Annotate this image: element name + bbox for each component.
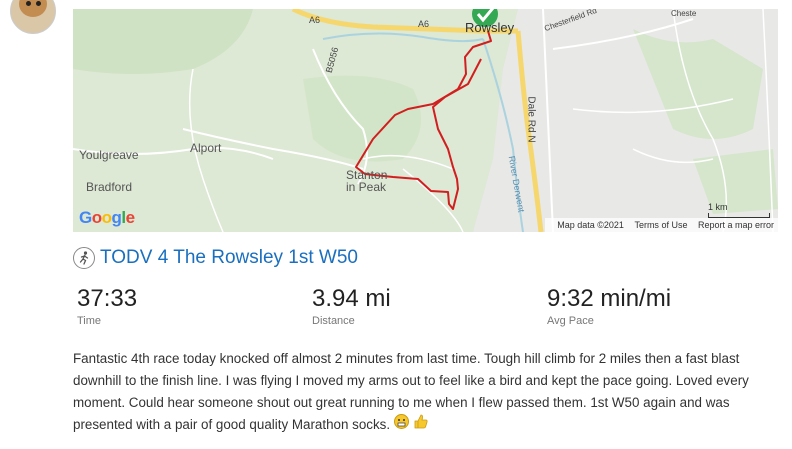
activity-header: TODV 4 The Rowsley 1st W50 bbox=[73, 247, 358, 269]
avatar[interactable] bbox=[10, 0, 56, 34]
thumbs-up-icon bbox=[413, 414, 428, 436]
map-scale: 1 km bbox=[708, 202, 770, 218]
place-bradford: Bradford bbox=[86, 180, 133, 194]
town-area bbox=[473, 9, 518, 232]
route-map[interactable]: Youlgreave Alport Bradford Stanton in Pe… bbox=[73, 9, 778, 232]
avatar-eye bbox=[36, 1, 41, 6]
place-youlgreave: Youlgreave bbox=[79, 148, 139, 162]
stat-value: 9:32 min/mi bbox=[547, 285, 672, 312]
map-canvas bbox=[73, 9, 778, 232]
google-letter: o bbox=[101, 208, 112, 227]
woodland bbox=[73, 9, 253, 74]
road-label-a6: A6 bbox=[418, 19, 430, 29]
place-stanton-line2: in Peak bbox=[346, 180, 387, 194]
avatar-eye bbox=[26, 1, 31, 6]
google-letter: e bbox=[125, 208, 135, 227]
google-letter: o bbox=[91, 208, 102, 227]
map-attribution: Map data ©2021 Terms of Use Report a map… bbox=[545, 218, 778, 232]
google-letter: g bbox=[111, 208, 122, 227]
activity-description: Fantastic 4th race today knocked off alm… bbox=[73, 348, 783, 436]
woodland bbox=[303, 75, 421, 162]
running-icon bbox=[73, 247, 95, 269]
stat-distance: 3.94 mi Distance bbox=[312, 285, 391, 327]
place-rowsley: Rowsley bbox=[465, 20, 515, 35]
google-letter: G bbox=[79, 208, 92, 227]
road-label-a6: A6 bbox=[309, 15, 321, 25]
stat-value: 37:33 bbox=[77, 285, 138, 312]
map-data-label: Map data ©2021 bbox=[557, 220, 624, 230]
google-logo: Google bbox=[79, 208, 135, 228]
description-text: Fantastic 4th race today knocked off alm… bbox=[73, 351, 749, 432]
scale-label: 1 km bbox=[708, 202, 728, 212]
stat-value: 3.94 mi bbox=[312, 285, 391, 312]
stat-time: 37:33 Time bbox=[77, 285, 137, 327]
avatar-dog-face bbox=[19, 0, 47, 17]
grimace-emoji-icon bbox=[393, 414, 409, 436]
road-label-cheste: Cheste bbox=[671, 9, 697, 18]
stat-label: Distance bbox=[312, 315, 355, 327]
stat-label: Avg Pace bbox=[547, 315, 594, 327]
activity-title-link[interactable]: TODV 4 The Rowsley 1st W50 bbox=[100, 247, 358, 269]
river bbox=[322, 32, 484, 43]
road-label-dale-rd: Dale Rd N bbox=[525, 96, 537, 143]
place-alport: Alport bbox=[190, 141, 222, 155]
terms-link[interactable]: Terms of Use bbox=[634, 220, 687, 230]
stat-label: Time bbox=[77, 315, 102, 327]
stat-avg-pace: 9:32 min/mi Avg Pace bbox=[547, 285, 671, 327]
report-map-error-link[interactable]: Report a map error bbox=[698, 220, 774, 230]
